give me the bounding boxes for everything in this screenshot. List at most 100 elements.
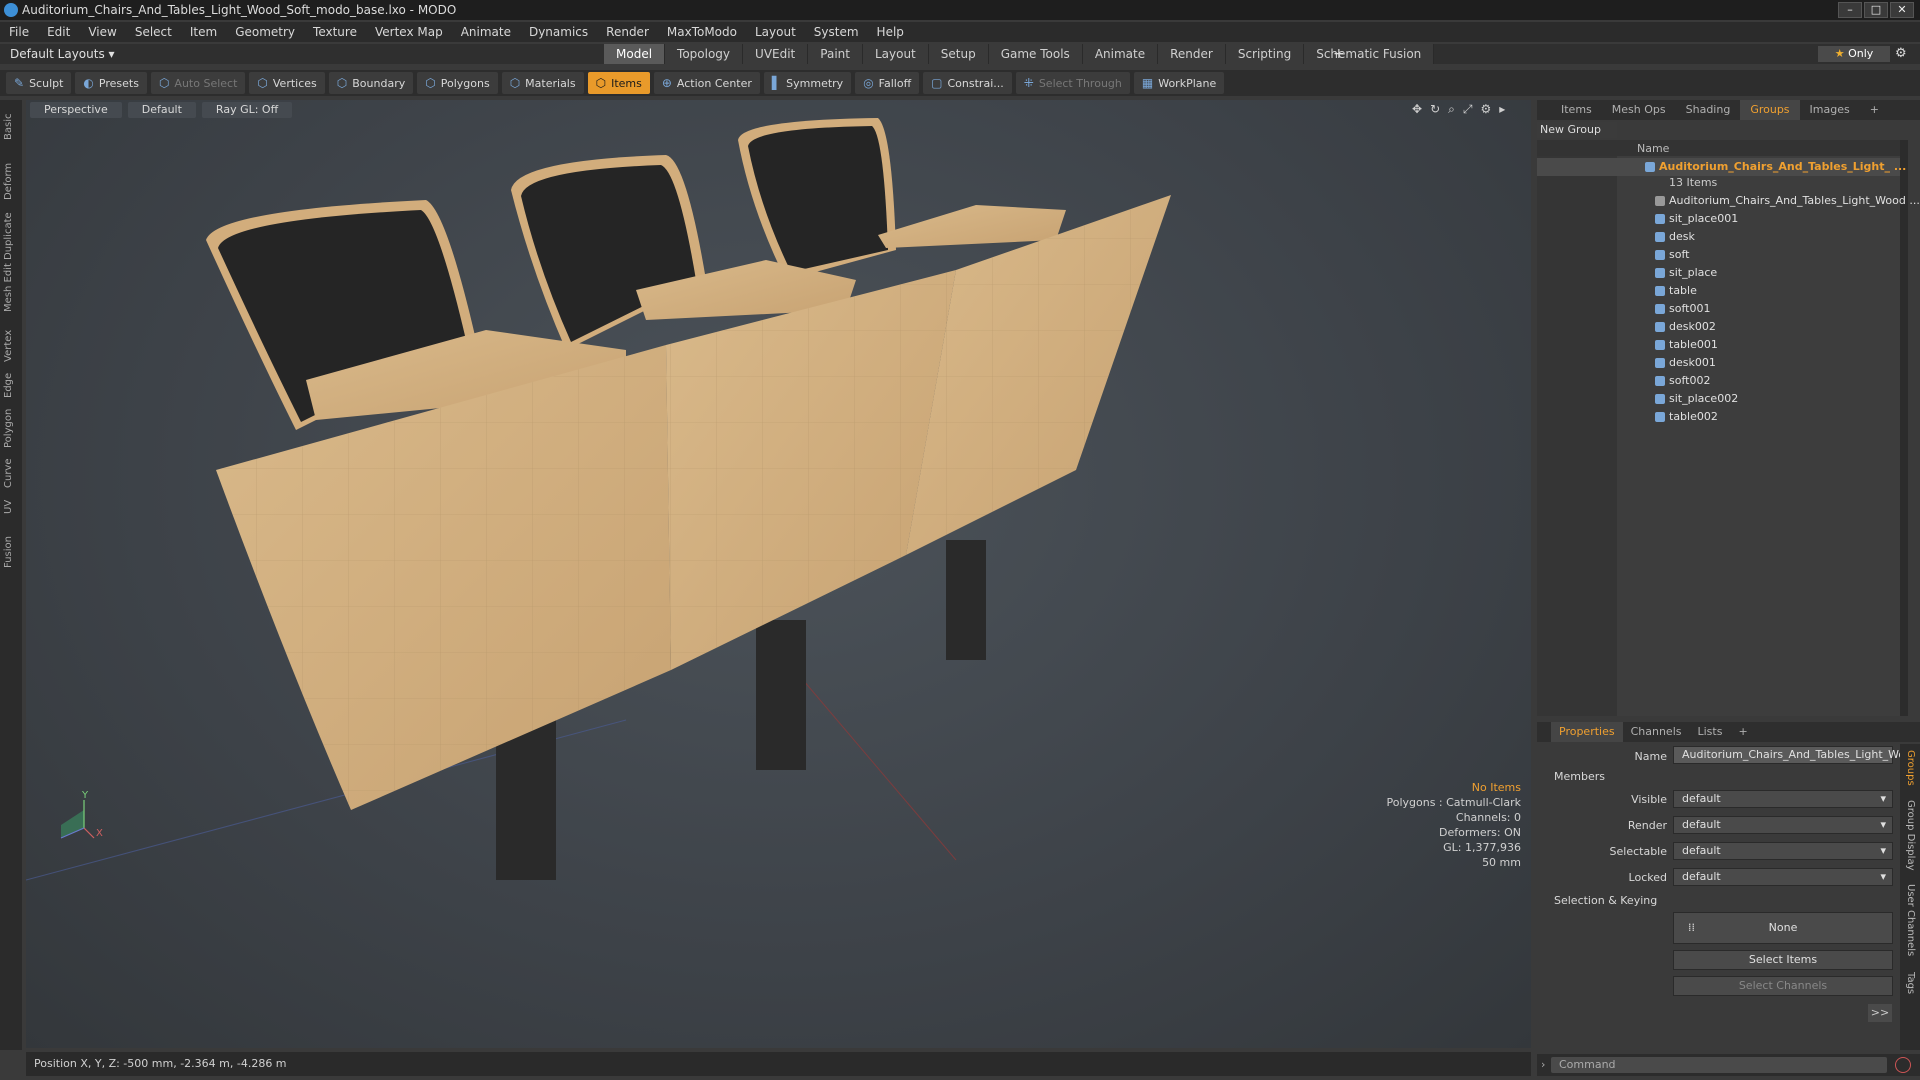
falloff-button[interactable]: ◎ Falloff <box>855 72 920 94</box>
menu-help[interactable]: Help <box>868 25 913 39</box>
action-center-button[interactable]: ⊕ Action Center <box>653 72 760 94</box>
symmetry-button[interactable]: ▌ Symmetry <box>763 72 852 94</box>
zoom-icon[interactable]: ⌕ <box>1448 102 1455 117</box>
menu-dynamics[interactable]: Dynamics <box>520 25 597 39</box>
tab-render[interactable]: Render <box>1158 44 1226 64</box>
strip-vertex[interactable]: Vertex <box>3 330 14 362</box>
tab-schematic-fusion[interactable]: Schematic Fusion <box>1304 44 1435 64</box>
tab-topology[interactable]: Topology <box>665 44 744 64</box>
menu-vertex-map[interactable]: Vertex Map <box>366 25 452 39</box>
none-button[interactable]: ⁞⁞ None <box>1673 912 1893 944</box>
list-item[interactable]: sit_place <box>1537 264 1900 282</box>
tab-setup[interactable]: Setup <box>928 44 989 64</box>
strip-curve[interactable]: Curve <box>3 458 14 488</box>
list-item[interactable]: desk002 <box>1537 318 1900 336</box>
vtab-groups[interactable]: Groups <box>1905 750 1916 786</box>
add-panel-tab-icon[interactable]: + <box>1860 100 1889 120</box>
menu-maxtomodo[interactable]: MaxToModo <box>658 25 746 39</box>
record-icon[interactable] <box>1895 1057 1911 1073</box>
visible-select[interactable]: default ▾ <box>1673 790 1893 808</box>
rotate-icon[interactable]: ↻ <box>1430 102 1440 117</box>
list-item[interactable]: table001 <box>1537 336 1900 354</box>
default-layouts-dropdown[interactable]: Default Layouts ▾ <box>10 47 115 61</box>
menu-select[interactable]: Select <box>126 25 181 39</box>
members-section[interactable]: Members <box>1554 770 1605 783</box>
list-item[interactable]: Auditorium_Chairs_And_Tables_Light_Wood … <box>1537 192 1920 210</box>
sculpt-button[interactable]: ✎ Sculpt <box>6 72 72 94</box>
strip-edge[interactable]: Edge <box>3 373 14 398</box>
gear-icon[interactable]: ⚙ <box>1895 46 1907 61</box>
presets-button[interactable]: ◐ Presets <box>75 72 147 94</box>
menu-edit[interactable]: Edit <box>38 25 79 39</box>
only-button[interactable]: ★ Only <box>1818 46 1890 62</box>
tab-mesh-ops[interactable]: Mesh Ops <box>1602 100 1676 120</box>
strip-mesh-edit[interactable]: Mesh Edit <box>3 263 14 312</box>
tab-paint[interactable]: Paint <box>808 44 863 64</box>
strip-uv[interactable]: UV <box>3 500 14 514</box>
list-item[interactable]: soft <box>1537 246 1900 264</box>
tab-properties[interactable]: Properties <box>1551 722 1623 742</box>
close-button[interactable]: ✕ <box>1890 2 1914 18</box>
tab-items[interactable]: Items <box>1551 100 1602 120</box>
vtab-tags[interactable]: Tags <box>1905 972 1916 994</box>
menu-view[interactable]: View <box>79 25 125 39</box>
polygons-button[interactable]: ⬡ Polygons <box>417 72 498 94</box>
select-items-button[interactable]: Select Items <box>1673 950 1893 970</box>
view-perspective-dropdown[interactable]: Perspective <box>30 102 122 118</box>
selection-keying-section[interactable]: Selection & Keying <box>1554 894 1657 907</box>
strip-deform[interactable]: Deform <box>3 163 14 200</box>
workplane-button[interactable]: ▦ WorkPlane <box>1133 72 1225 94</box>
pan-icon[interactable]: ✥ <box>1412 102 1422 117</box>
list-item[interactable]: sit_place001 <box>1537 210 1900 228</box>
menu-animate[interactable]: Animate <box>452 25 520 39</box>
tab-animate[interactable]: Animate <box>1082 44 1159 64</box>
viewport-settings-icon[interactable]: ⚙ <box>1480 102 1491 117</box>
locked-select[interactable]: default ▾ <box>1673 868 1893 886</box>
tab-shading[interactable]: Shading <box>1676 100 1741 120</box>
list-item[interactable]: desk <box>1537 228 1900 246</box>
tab-model[interactable]: Model <box>604 44 666 64</box>
raygl-toggle[interactable]: Ray GL: Off <box>201 102 293 118</box>
vertices-button[interactable]: ⬡ Vertices <box>249 72 325 94</box>
strip-polygon[interactable]: Polygon <box>3 409 14 448</box>
selectable-select[interactable]: default ▾ <box>1673 842 1893 860</box>
boundary-button[interactable]: ⬡ Boundary <box>328 72 414 94</box>
add-properties-tab-icon[interactable]: + <box>1730 722 1755 742</box>
vtab-group-display[interactable]: Group Display <box>1905 800 1916 870</box>
constraints-button[interactable]: ▢ Constrai... <box>923 72 1012 94</box>
list-item[interactable]: soft002 <box>1537 372 1900 390</box>
list-item[interactable]: table <box>1537 282 1900 300</box>
tab-layout[interactable]: Layout <box>862 44 929 64</box>
items-button[interactable]: ⬡ Items <box>587 72 650 94</box>
minimize-button[interactable]: – <box>1838 2 1862 18</box>
tab-channels[interactable]: Channels <box>1623 722 1690 742</box>
view-shading-dropdown[interactable]: Default <box>127 102 196 118</box>
menu-render[interactable]: Render <box>597 25 658 39</box>
menu-system[interactable]: System <box>805 25 868 39</box>
tab-groups[interactable]: Groups <box>1740 100 1800 120</box>
menu-item[interactable]: Item <box>181 25 226 39</box>
expand-icon[interactable]: ▸ <box>1499 102 1505 117</box>
name-field[interactable]: Auditorium_Chairs_And_Tables_Light_Wooc <box>1673 746 1918 764</box>
tab-images[interactable]: Images <box>1800 100 1860 120</box>
3d-viewport[interactable]: Y X No Items Polygons : Catmull-Clark Ch… <box>26 100 1531 1048</box>
list-item[interactable]: soft001 <box>1537 300 1900 318</box>
tab-lists[interactable]: Lists <box>1690 722 1731 742</box>
menu-layout[interactable]: Layout <box>746 25 805 39</box>
more-button[interactable]: >> <box>1868 1004 1892 1022</box>
tab-scripting[interactable]: Scripting <box>1225 44 1305 64</box>
fit-icon[interactable]: ⤢ <box>1463 102 1473 117</box>
maximize-button[interactable]: □ <box>1864 2 1888 18</box>
select-through-button[interactable]: ⁜ Select Through <box>1015 72 1130 94</box>
tab-game-tools[interactable]: Game Tools <box>988 44 1083 64</box>
materials-button[interactable]: ⬡ Materials <box>501 72 584 94</box>
auto-select-button[interactable]: ⬡ Auto Select <box>150 72 246 94</box>
select-channels-button[interactable]: Select Channels <box>1673 976 1893 996</box>
tab-uvedit[interactable]: UVEdit <box>743 44 809 64</box>
menu-texture[interactable]: Texture <box>304 25 366 39</box>
new-group-button[interactable]: New Group <box>1537 122 1617 138</box>
vtab-user-channels[interactable]: User Channels <box>1905 884 1916 956</box>
render-select[interactable]: default ▾ <box>1673 816 1893 834</box>
list-item[interactable]: desk001 <box>1537 354 1900 372</box>
add-tab-icon[interactable]: + <box>1333 46 1345 62</box>
